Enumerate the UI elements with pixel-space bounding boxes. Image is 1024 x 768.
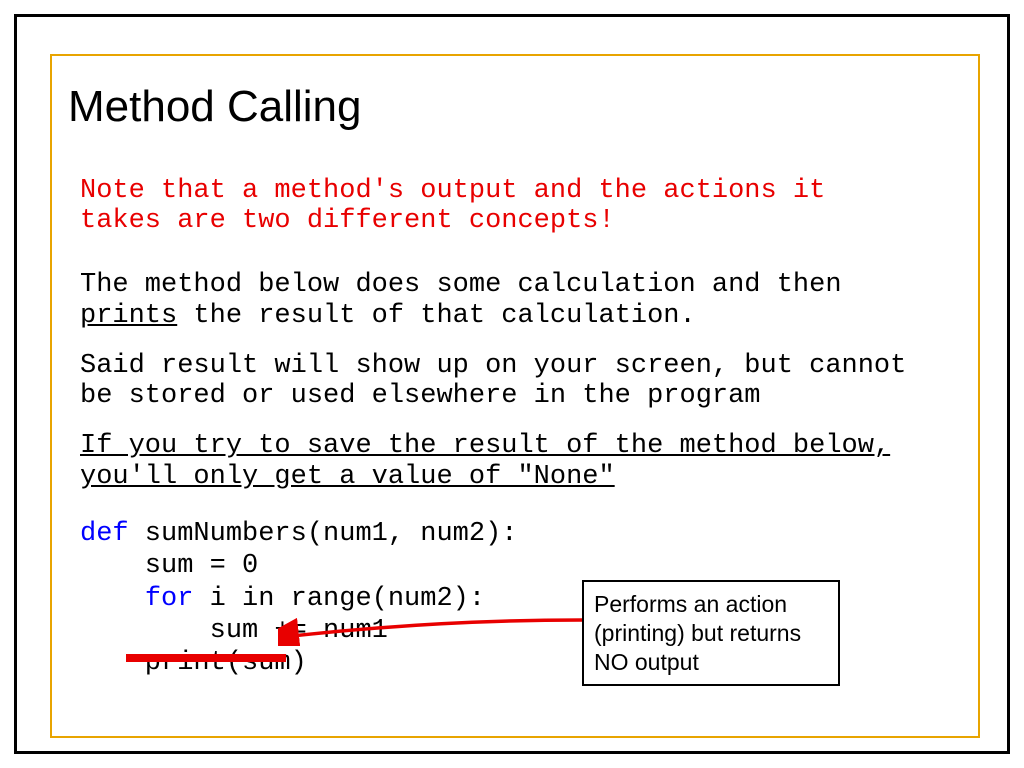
paragraph-1: The method below does some calculation a… bbox=[80, 270, 920, 330]
code-l3-indent bbox=[80, 584, 145, 614]
paragraph-3: If you try to save the result of the met… bbox=[80, 431, 920, 491]
p1-text-c: the result of that calculation. bbox=[177, 301, 695, 331]
callout-annotation: Performs an action (printing) but return… bbox=[582, 580, 840, 686]
code-l3-rest: i in range(num2): bbox=[193, 584, 485, 614]
code-sig: sumNumbers(num1, num2): bbox=[129, 519, 518, 549]
code-line-2: sum = 0 bbox=[80, 550, 960, 582]
emphasis-underline bbox=[126, 654, 286, 662]
p1-text-b: prints bbox=[80, 301, 177, 331]
p1-text-a: The method below does some calculation a… bbox=[80, 270, 842, 300]
code-line-1: def sumNumbers(num1, num2): bbox=[80, 518, 960, 550]
slide-title: Method Calling bbox=[68, 82, 960, 132]
paragraph-2: Said result will show up on your screen,… bbox=[80, 351, 920, 411]
warning-note: Note that a method's output and the acti… bbox=[80, 176, 920, 236]
keyword-def: def bbox=[80, 519, 129, 549]
keyword-for: for bbox=[145, 584, 194, 614]
